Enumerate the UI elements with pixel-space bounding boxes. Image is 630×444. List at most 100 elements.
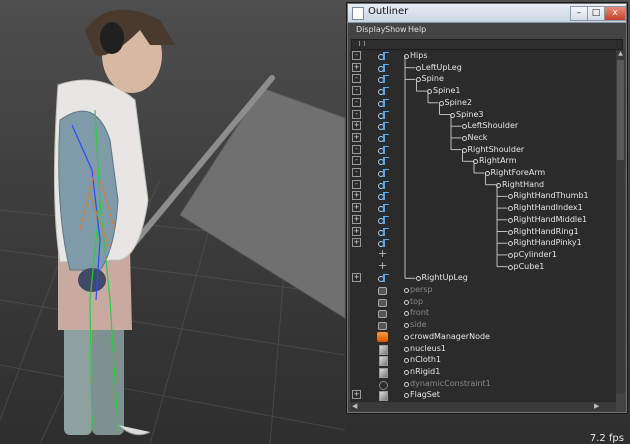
expand-icon[interactable]: + — [352, 191, 361, 201]
vertical-scroll-thumb[interactable] — [617, 60, 624, 160]
outliner-item-label[interactable]: nucleus1 — [410, 344, 446, 353]
collapse-icon[interactable]: - — [352, 51, 361, 60]
expand-icon[interactable]: + — [352, 214, 361, 224]
scroll-right-arrow-icon[interactable]: ▶ — [594, 402, 599, 411]
outliner-item-label[interactable]: crowdManagerNode — [410, 332, 490, 341]
outliner-item-label[interactable]: pCylinder1 — [514, 250, 557, 259]
outliner-item-label[interactable]: FlagSet — [410, 390, 440, 399]
outliner-item-label[interactable]: RightHandMiddle1 — [514, 215, 588, 224]
outliner-item-label[interactable]: RightForeArm — [491, 168, 546, 177]
outliner-row[interactable]: dynamicConstraint1 — [350, 378, 616, 390]
outliner-row[interactable]: pCube1 — [350, 259, 616, 273]
expand-icon[interactable]: + — [352, 390, 361, 400]
expand-icon[interactable]: + — [352, 203, 361, 213]
expand-icon[interactable]: + — [352, 238, 361, 248]
outliner-item-label[interactable]: nCloth1 — [410, 355, 441, 364]
outliner-row[interactable]: + FlagSet — [350, 389, 616, 402]
outliner-item-label[interactable]: RightHandIndex1 — [514, 203, 583, 212]
node-dot-icon — [450, 112, 455, 118]
outliner-item-label[interactable]: nRigid1 — [410, 367, 440, 376]
outliner-item-label[interactable]: pCube1 — [514, 262, 545, 271]
outliner-item-label[interactable]: Neck — [468, 133, 488, 142]
outliner-row[interactable]: side — [350, 319, 616, 331]
outliner-item-label[interactable]: Hips — [410, 51, 427, 60]
expand-icon[interactable]: + — [352, 62, 361, 72]
horizontal-scrollbar[interactable]: ◀ ▶ — [350, 402, 616, 411]
outliner-row[interactable]: nRigid1 — [350, 366, 616, 378]
outliner-item-label[interactable]: Spine1 — [433, 86, 460, 95]
outliner-row[interactable]: - RightShoulder — [350, 144, 616, 156]
outliner-row[interactable]: crowdManagerNode — [350, 331, 616, 343]
outliner-row[interactable]: + RightHandRing1 — [350, 226, 616, 238]
collapse-icon[interactable]: - — [352, 109, 361, 119]
outliner-row[interactable]: - RightArm — [350, 155, 616, 167]
outliner-tree[interactable]: - Hips + LeftUpLeg - Spine - Spine1 - Spine2 - Spin… — [350, 50, 616, 402]
outliner-item-label[interactable]: LeftUpLeg — [422, 63, 462, 72]
menu-show[interactable]: Show — [385, 25, 407, 34]
outliner-row[interactable]: - Spine — [350, 73, 616, 85]
outliner-item-label[interactable]: RightArm — [479, 156, 516, 165]
outliner-row[interactable]: + RightHandThumb1 — [350, 190, 616, 202]
outliner-row[interactable]: - Hips — [350, 50, 616, 62]
outliner-window[interactable]: Outliner – □ x Display Show Help - Hips + L… — [346, 2, 628, 414]
outliner-item-label[interactable]: LeftShoulder — [468, 121, 519, 130]
outliner-row[interactable]: persp — [350, 284, 616, 296]
outliner-row[interactable]: - Spine2 — [350, 97, 616, 109]
outliner-row[interactable]: + LeftUpLeg — [350, 62, 616, 74]
expand-icon[interactable]: + — [352, 273, 361, 283]
menu-help[interactable]: Help — [408, 25, 426, 34]
shape-icon — [377, 390, 388, 402]
vertical-scrollbar[interactable]: ▲ — [616, 50, 625, 394]
close-button[interactable]: x — [604, 6, 626, 21]
minimize-button[interactable]: – — [570, 6, 588, 21]
title-bar[interactable]: Outliner – □ x — [348, 4, 626, 23]
outliner-item-label[interactable]: persp — [410, 285, 433, 294]
outliner-row[interactable]: - RightHand — [350, 179, 616, 191]
collapse-icon[interactable]: - — [352, 168, 361, 177]
outliner-item-label[interactable]: RightHand — [502, 180, 544, 189]
expand-icon[interactable]: + — [352, 121, 361, 131]
collapse-icon[interactable]: - — [352, 86, 361, 96]
expand-icon[interactable]: + — [352, 132, 361, 142]
outliner-item-label[interactable]: Spine3 — [456, 110, 483, 119]
outliner-row[interactable]: nucleus1 — [350, 343, 616, 355]
outliner-item-label[interactable]: top — [410, 297, 423, 306]
outliner-row[interactable]: front — [350, 307, 616, 319]
outliner-item-label[interactable]: RightShoulder — [468, 145, 525, 154]
outliner-item-label[interactable]: side — [410, 320, 426, 329]
collapse-icon[interactable]: - — [352, 144, 361, 154]
expand-icon[interactable]: + — [352, 226, 361, 236]
outliner-row[interactable]: - Spine3 — [350, 109, 616, 121]
outliner-item-label[interactable]: RightHandRing1 — [514, 227, 579, 236]
collapse-icon[interactable]: - — [352, 156, 361, 166]
outliner-item-label[interactable]: front — [410, 308, 429, 317]
outliner-item-label[interactable]: RightHandThumb1 — [514, 191, 589, 200]
outliner-row[interactable]: + RightUpLeg — [350, 272, 616, 284]
outliner-row[interactable]: + Neck — [350, 132, 616, 144]
collapse-icon[interactable]: - — [352, 179, 361, 189]
joint-icon — [377, 227, 389, 237]
outliner-item-label[interactable]: RightHandPinky1 — [514, 238, 582, 247]
scroll-left-arrow-icon[interactable]: ◀ — [352, 402, 357, 411]
node-dot-icon — [507, 206, 513, 212]
collapse-icon[interactable]: - — [352, 97, 361, 107]
outliner-item-label[interactable]: Spine — [422, 74, 444, 83]
outliner-item-label[interactable]: dynamicConstraint1 — [410, 379, 491, 388]
outliner-row[interactable]: + RightHandPinky1 — [350, 237, 616, 249]
outliner-row[interactable]: + LeftShoulder — [350, 120, 616, 132]
outliner-item-label[interactable]: RightUpLeg — [422, 273, 468, 282]
outliner-row[interactable]: + RightHandMiddle1 — [350, 214, 616, 226]
maximize-button[interactable]: □ — [587, 6, 605, 21]
scroll-up-arrow-icon[interactable]: ▲ — [616, 50, 625, 58]
outliner-row[interactable]: - RightForeArm — [350, 167, 616, 179]
outliner-row[interactable]: top — [350, 296, 616, 308]
collapse-icon[interactable]: - — [352, 74, 361, 84]
outliner-item-label[interactable]: Spine2 — [445, 98, 472, 107]
menu-display[interactable]: Display — [356, 25, 386, 34]
drag-handle-icon[interactable] — [359, 41, 365, 46]
outliner-row[interactable]: - Spine1 — [350, 85, 616, 97]
filter-field[interactable] — [351, 39, 623, 50]
outliner-row[interactable]: + RightHandIndex1 — [350, 202, 616, 214]
outliner-row[interactable]: nCloth1 — [350, 354, 616, 367]
outliner-row[interactable]: pCylinder1 — [350, 247, 616, 261]
